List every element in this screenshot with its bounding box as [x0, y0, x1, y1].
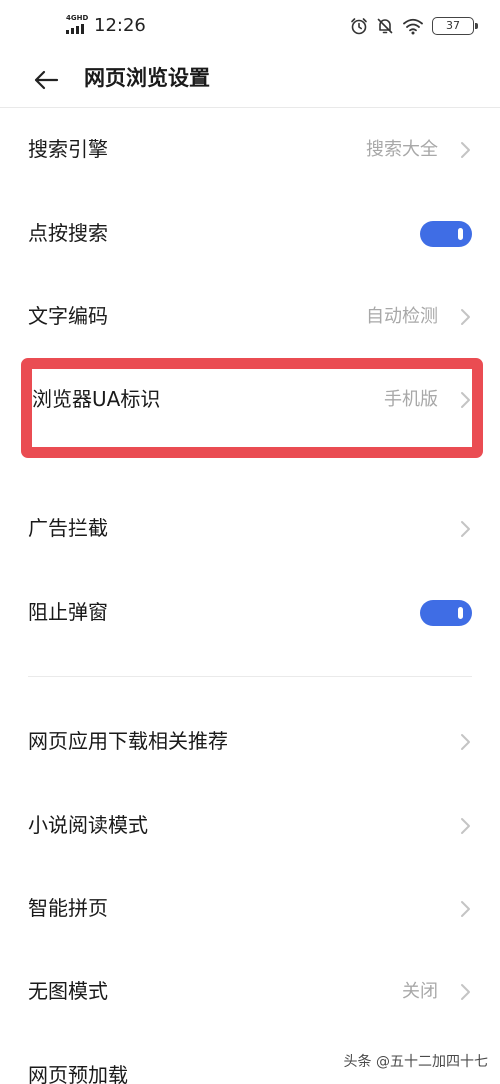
toggle-knob — [458, 607, 463, 619]
signal-icon: 4GHD — [66, 14, 90, 36]
mute-icon — [377, 18, 393, 34]
setting-ad-block[interactable]: 广告拦截 — [0, 501, 500, 557]
page-title: 网页浏览设置 — [84, 66, 210, 90]
setting-label: 小说阅读模式 — [28, 813, 148, 837]
setting-label: 文字编码 — [28, 304, 108, 328]
setting-label: 智能拼页 — [28, 896, 108, 920]
watermark: 头条 @五十二加四十七 — [343, 1052, 488, 1072]
setting-novel-reading-mode[interactable]: 小说阅读模式 — [0, 798, 500, 854]
chevron-right-icon — [461, 142, 470, 158]
setting-value: 关闭 — [402, 981, 438, 1002]
chevron-right-icon — [461, 734, 470, 750]
chevron-right-icon — [461, 818, 470, 834]
setting-label: 网页应用下载相关推荐 — [28, 729, 228, 753]
setting-label: 点按搜索 — [28, 221, 108, 245]
setting-label: 广告拦截 — [28, 516, 108, 540]
chevron-right-icon — [461, 521, 470, 537]
battery-icon: 37 — [432, 17, 478, 35]
setting-tap-search: 点按搜索 — [0, 206, 500, 262]
chevron-right-icon — [461, 984, 470, 1000]
setting-smart-page-merge[interactable]: 智能拼页 — [0, 881, 500, 937]
chevron-right-icon — [461, 309, 470, 325]
setting-label: 搜索引擎 — [28, 137, 108, 161]
status-bar: 4GHD 12:26 37 — [0, 0, 500, 52]
block-popups-toggle[interactable] — [420, 600, 472, 626]
toggle-knob — [458, 228, 463, 240]
highlight-annotation — [21, 358, 483, 458]
setting-label: 无图模式 — [28, 979, 108, 1003]
setting-value: 搜索大全 — [366, 139, 438, 160]
title-bar: 网页浏览设置 — [0, 52, 500, 108]
tap-search-toggle[interactable] — [420, 221, 472, 247]
wifi-icon — [403, 18, 423, 35]
setting-no-image-mode[interactable]: 无图模式 关闭 — [0, 964, 500, 1020]
back-button[interactable] — [28, 62, 64, 98]
network-type: 4GHD — [66, 14, 89, 22]
chevron-right-icon — [461, 901, 470, 917]
status-icons: 37 — [350, 15, 478, 37]
back-arrow-icon — [34, 70, 59, 90]
alarm-icon — [351, 18, 367, 35]
setting-value: 自动检测 — [366, 306, 438, 327]
setting-block-popups: 阻止弹窗 — [0, 585, 500, 641]
setting-search-engine[interactable]: 搜索引擎 搜索大全 — [0, 122, 500, 178]
status-time: 12:26 — [94, 15, 146, 36]
setting-label: 阻止弹窗 — [28, 600, 108, 624]
setting-text-encoding[interactable]: 文字编码 自动检测 — [0, 289, 500, 345]
setting-app-download-recommend[interactable]: 网页应用下载相关推荐 — [0, 714, 500, 770]
setting-label: 网页预加载 — [28, 1063, 128, 1084]
section-divider — [28, 676, 472, 677]
